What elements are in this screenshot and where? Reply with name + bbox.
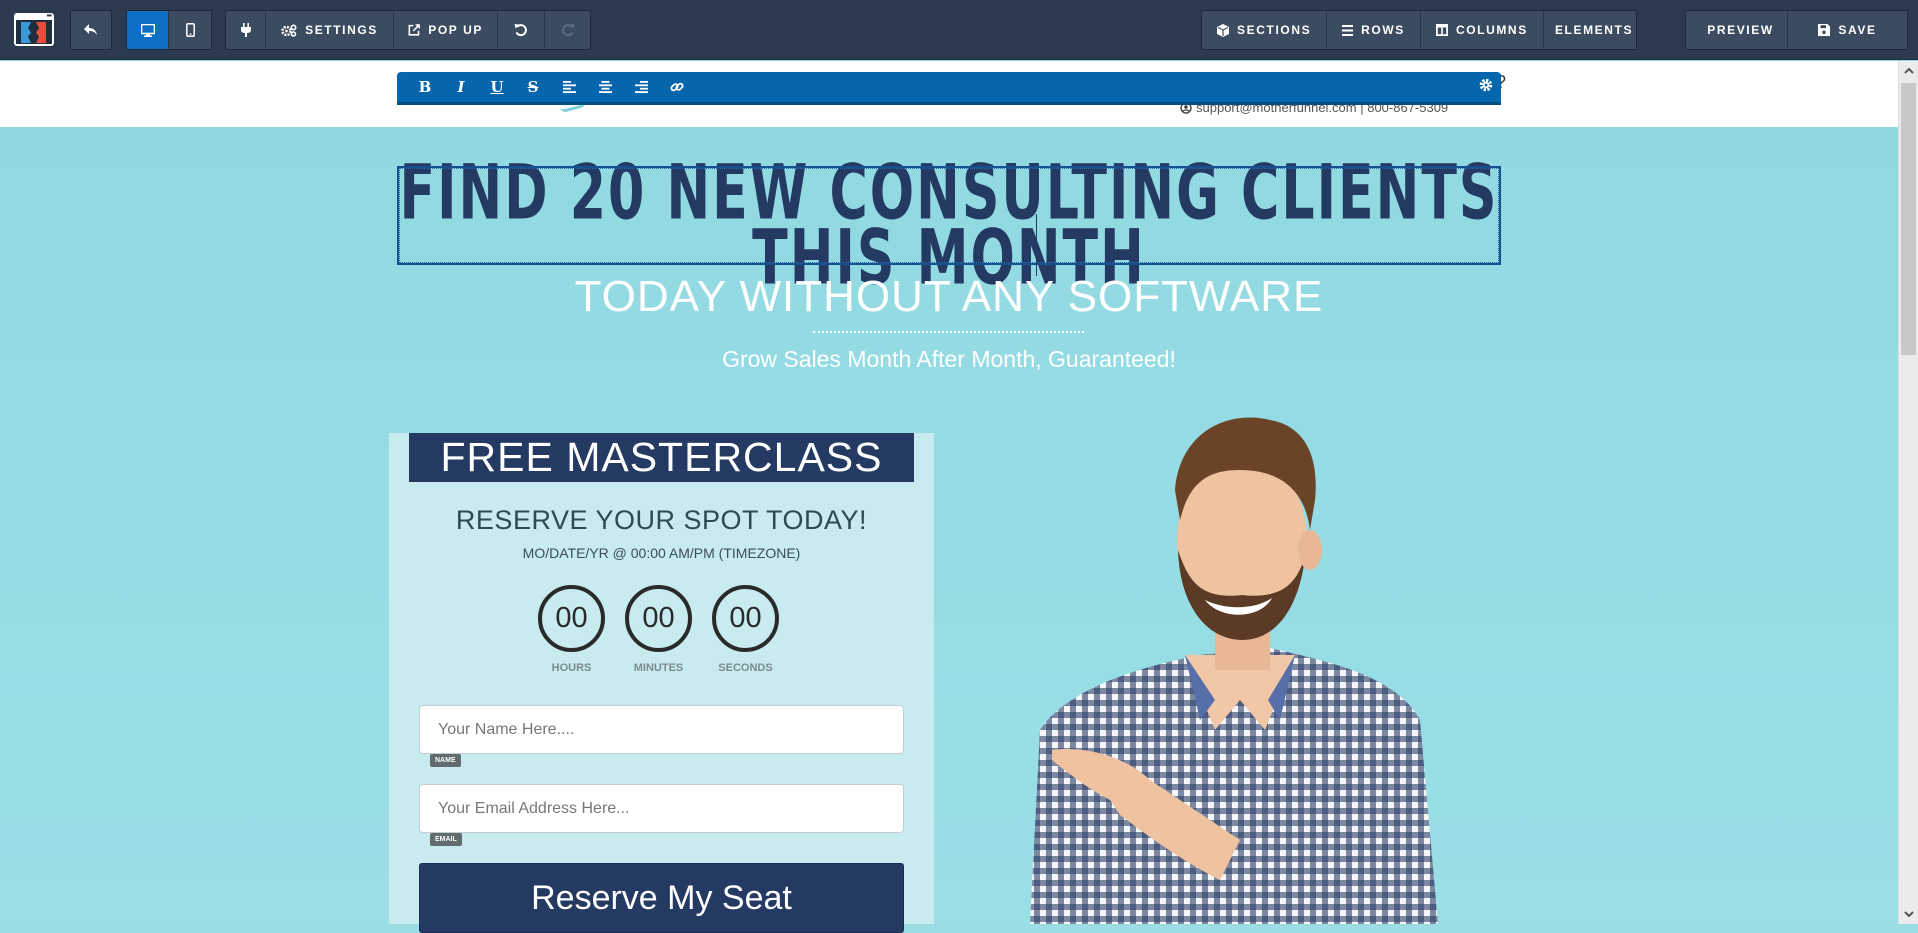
reply-arrow-icon: [84, 24, 97, 35]
headline-edit-outline[interactable]: [397, 166, 1501, 265]
bold-button[interactable]: B: [407, 72, 443, 102]
sections-label: SECTIONS: [1237, 23, 1312, 37]
scroll-thumb[interactable]: [1901, 83, 1916, 355]
external-link-icon: [408, 24, 420, 36]
clickfunnels-logo[interactable]: •••: [14, 13, 54, 46]
settings-label: SETTINGS: [305, 23, 378, 37]
plugins-button[interactable]: [226, 11, 266, 49]
countdown-value: 00: [538, 585, 605, 652]
email-field-tag: EMAIL: [430, 833, 462, 846]
preview-button[interactable]: PREVIEW: [1686, 11, 1788, 49]
countdown-value: 00: [625, 585, 692, 652]
plug-icon: [240, 23, 251, 37]
cube-icon: [1217, 23, 1230, 37]
redo-icon: [561, 24, 574, 37]
desktop-mode-button[interactable]: [127, 11, 169, 49]
hero-person-image[interactable]: [1010, 400, 1450, 924]
columns-icon: [1435, 24, 1448, 36]
rows-button[interactable]: ROWS: [1327, 11, 1421, 49]
rows-label: ROWS: [1361, 23, 1405, 37]
save-label: SAVE: [1838, 23, 1877, 37]
rows-icon: [1342, 24, 1354, 36]
countdown-label: MINUTES: [633, 662, 684, 674]
back-button[interactable]: [71, 11, 111, 49]
device-toggle: [126, 10, 212, 50]
floppy-disk-icon: [1818, 24, 1831, 36]
scroll-up-arrow[interactable]: [1899, 61, 1918, 81]
mobile-mode-button[interactable]: [169, 11, 211, 49]
align-center-icon: [598, 81, 612, 93]
sections-button[interactable]: SECTIONS: [1202, 11, 1328, 49]
reserve-seat-button[interactable]: Reserve My Seat: [419, 863, 904, 933]
link-button[interactable]: [659, 72, 695, 102]
settings-button[interactable]: SETTINGS: [266, 11, 394, 49]
scroll-down-arrow[interactable]: [1899, 904, 1918, 924]
chevron-up-icon: [1903, 68, 1914, 74]
undo-icon: [514, 24, 527, 37]
underline-icon: U: [490, 78, 504, 96]
mobile-icon: [185, 23, 195, 37]
element-settings-button[interactable]: [1479, 78, 1493, 97]
masterclass-banner[interactable]: FREE MASTERCLASS: [409, 433, 914, 482]
email-field-wrapper: EMAIL: [419, 784, 904, 846]
subheadline[interactable]: TODAY WITHOUT ANY SOFTWARE: [0, 272, 1898, 322]
popup-button[interactable]: POP UP: [394, 11, 498, 49]
countdown-minutes: 00 MINUTES: [625, 585, 692, 674]
elements-label: ELEMENTS: [1554, 23, 1634, 37]
tagline[interactable]: Grow Sales Month After Month, Guaranteed…: [0, 346, 1898, 373]
italic-icon: I: [457, 78, 465, 96]
elements-button[interactable]: ELEMENTS: [1544, 11, 1636, 49]
align-right-button[interactable]: [623, 72, 659, 102]
gear-icon: [1479, 78, 1493, 92]
align-center-button[interactable]: [587, 72, 623, 102]
countdown-timer: 00 HOURS 00 MINUTES 00 SECONDS: [538, 585, 779, 674]
email-input[interactable]: [420, 785, 903, 832]
align-right-icon: [634, 81, 648, 93]
publish-group: PREVIEW SAVE: [1685, 10, 1908, 50]
columns-label: COLUMNS: [1455, 23, 1528, 37]
popup-label: POP UP: [428, 23, 483, 37]
logo-dots: •••: [46, 13, 52, 20]
name-field-tag: NAME: [430, 754, 461, 767]
strikethrough-button[interactable]: S: [515, 72, 551, 102]
undo-button[interactable]: [498, 11, 545, 49]
italic-button[interactable]: I: [443, 72, 479, 102]
registration-panel: FREE MASTERCLASS RESERVE YOUR SPOT TODAY…: [389, 433, 934, 933]
back-group: [70, 10, 112, 50]
desktop-icon: [140, 23, 155, 37]
save-button[interactable]: SAVE: [1788, 11, 1907, 49]
event-date[interactable]: MO/DATE/YR @ 00:00 AM/PM (TIMEZONE): [389, 545, 934, 561]
preview-label: PREVIEW: [1707, 23, 1774, 37]
name-field-wrapper: NAME: [419, 705, 904, 767]
editor-toolbar: ••• SETTINGS POP UP SECTIONS ROWS COLUMN…: [0, 0, 1918, 60]
name-input[interactable]: [420, 706, 903, 753]
underline-button[interactable]: U: [479, 72, 515, 102]
structure-group: SECTIONS ROWS COLUMNS ELEMENTS: [1201, 10, 1637, 50]
link-icon: [670, 82, 684, 92]
page-scrollbar[interactable]: [1898, 61, 1918, 924]
gears-icon: [281, 23, 297, 37]
chevron-down-icon: [1903, 911, 1914, 917]
countdown-seconds: 00 SECONDS: [712, 585, 779, 674]
redo-button[interactable]: [545, 11, 590, 49]
bold-icon: B: [418, 78, 432, 96]
text-cursor: [1036, 214, 1037, 276]
align-left-icon: [562, 81, 576, 93]
dotted-divider: [813, 331, 1084, 333]
align-left-button[interactable]: [551, 72, 587, 102]
text-format-toolbar: B I U S: [397, 72, 1501, 105]
countdown-label: HOURS: [551, 662, 592, 674]
countdown-hours: 00 HOURS: [538, 585, 605, 674]
columns-button[interactable]: COLUMNS: [1421, 11, 1545, 49]
person-head: [1175, 417, 1322, 670]
reserve-title[interactable]: RESERVE YOUR SPOT TODAY!: [389, 505, 934, 536]
countdown-label: SECONDS: [718, 662, 773, 674]
strikethrough-icon: S: [527, 78, 539, 96]
page-tools-group: SETTINGS POP UP: [225, 10, 591, 50]
countdown-value: 00: [712, 585, 779, 652]
